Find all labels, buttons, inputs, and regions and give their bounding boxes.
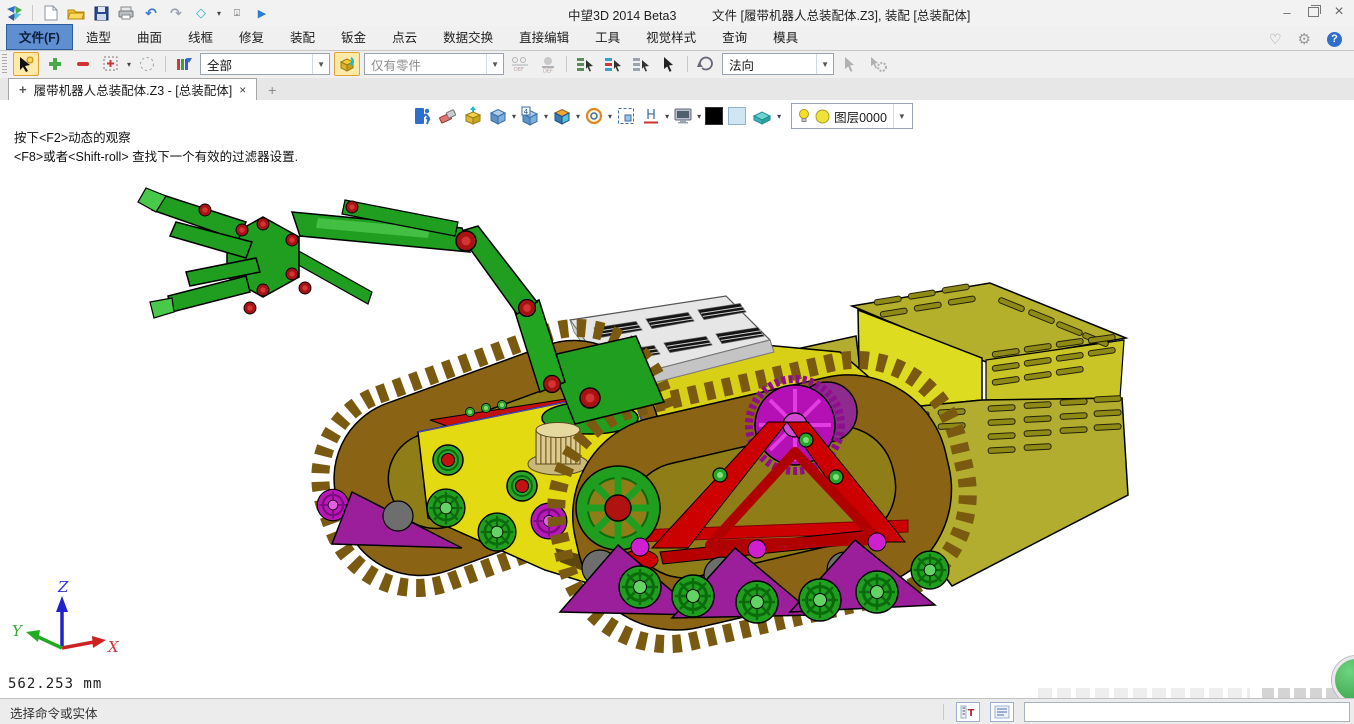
- open-file-icon[interactable]: [67, 4, 85, 22]
- divider: [687, 56, 688, 72]
- document-info-title: 文件 [履带机器人总装配体.Z3], 装配 [总装配体]: [712, 5, 970, 24]
- axle-cap: [507, 471, 537, 501]
- tab-assembly[interactable]: 装配: [277, 24, 328, 50]
- triad-x-label: X: [107, 638, 120, 656]
- close-button[interactable]: ×: [1326, 3, 1352, 21]
- remove-red-icon[interactable]: [71, 53, 95, 75]
- pick-scope-caret-icon[interactable]: ▼: [486, 54, 503, 74]
- divider: [165, 56, 166, 72]
- restore-button[interactable]: [1300, 3, 1326, 21]
- select-arrow-icon[interactable]: [13, 52, 39, 76]
- quick-access-toolbar: ↶ ↷ ◇ ▾ ⍗ ▶: [0, 4, 271, 22]
- pick-list-icon[interactable]: [573, 53, 597, 75]
- divider: [566, 56, 567, 72]
- sprocket-wheel: [576, 466, 660, 550]
- tab-pointcloud[interactable]: 点云: [379, 24, 430, 50]
- start-play-icon[interactable]: ▶: [253, 4, 271, 22]
- triad-y-label: Y: [12, 622, 24, 640]
- pick-scope-combobox[interactable]: 仅有零件 ▼: [364, 53, 504, 75]
- cursor-icon[interactable]: [657, 53, 681, 75]
- pick-chain-icon[interactable]: [629, 53, 653, 75]
- zw3d-window: ↶ ↷ ◇ ▾ ⍗ ▶ 中望3D 2014 Beta3 文件 [履带机器人总装配…: [0, 0, 1354, 724]
- coordinate-readout: 562.253 mm: [8, 676, 102, 692]
- tab-sheetmetal[interactable]: 钣金: [328, 24, 379, 50]
- lasso-pick-icon[interactable]: [135, 53, 159, 75]
- toolbar-options-icon[interactable]: ⍗: [228, 4, 246, 22]
- axle-cap: [433, 445, 463, 475]
- document-tab-bar: + 履带机器人总装配体.Z3 - [总装配体] × +: [0, 78, 1354, 101]
- minimize-button[interactable]: –: [1274, 3, 1300, 21]
- new-tab-plus-icon[interactable]: +: [268, 82, 276, 98]
- pick-from-list-icon[interactable]: [601, 53, 625, 75]
- orientation-caret-icon[interactable]: ▼: [816, 54, 833, 74]
- filter-all-caret-icon[interactable]: ▼: [312, 54, 329, 74]
- app-title: 中望3D 2014 Beta3: [568, 5, 676, 24]
- filter-list-icon[interactable]: T: [956, 702, 980, 722]
- divider: [943, 704, 944, 720]
- print-icon[interactable]: [117, 4, 135, 22]
- gripper: [138, 188, 372, 318]
- title-bar: ↶ ↷ ◇ ▾ ⍗ ▶ 中望3D 2014 Beta3 文件 [履带机器人总装配…: [0, 0, 1354, 26]
- pick-last-icon: DEF: [508, 53, 532, 75]
- filter-all-combobox[interactable]: 全部 ▼: [200, 53, 330, 75]
- coordinate-triad: Z X Y: [12, 578, 120, 656]
- document-tab-label: 履带机器人总装配体.Z3 - [总装配体]: [34, 80, 233, 99]
- tab-surface[interactable]: 曲面: [124, 24, 175, 50]
- pick-def-icon: DEF: [536, 53, 560, 75]
- tab-data-exchange[interactable]: 数据交换: [430, 24, 506, 50]
- undo-icon[interactable]: ↶: [142, 4, 160, 22]
- save-icon[interactable]: [92, 4, 110, 22]
- window-controls: – ×: [1274, 3, 1352, 21]
- favorite-heart-icon[interactable]: ♡: [1269, 31, 1282, 48]
- help-icon[interactable]: ?: [1327, 32, 1342, 47]
- app-logo-icon[interactable]: [5, 4, 23, 22]
- filter-all-value: 全部: [207, 55, 232, 74]
- tab-tools[interactable]: 工具: [582, 24, 633, 50]
- marquee-pick-caret-icon[interactable]: ▾: [127, 60, 131, 69]
- tab-close-icon[interactable]: ×: [239, 83, 246, 97]
- view-target-caret-icon[interactable]: ▾: [217, 9, 221, 18]
- filter-toolbar: ▾ 全部 ▼ 仅有零件 ▼ DEF DEF: [0, 50, 1354, 78]
- iso-view-pick-icon[interactable]: [334, 52, 360, 76]
- output-doc-icon[interactable]: [990, 702, 1014, 722]
- tab-direct-edit[interactable]: 直接编辑: [506, 24, 582, 50]
- add-green-icon[interactable]: [43, 53, 67, 75]
- tab-visual-style[interactable]: 视觉样式: [633, 24, 709, 50]
- tab-inquire[interactable]: 查询: [709, 24, 760, 50]
- status-message: 选择命令或实体: [0, 703, 98, 722]
- watermark: [1038, 688, 1250, 698]
- svg-text:T: T: [968, 708, 975, 719]
- reorient-icon[interactable]: [694, 53, 718, 75]
- tab-mold[interactable]: 模具: [760, 24, 811, 50]
- triad-z-label: Z: [57, 578, 69, 596]
- cursor-gear-icon: [866, 53, 890, 75]
- status-bar: 选择命令或实体 T: [0, 698, 1354, 724]
- divider: [32, 5, 33, 21]
- tab-add-icon[interactable]: +: [19, 82, 27, 97]
- pick-scope-value: 仅有零件: [371, 55, 421, 74]
- svg-text:DEF: DEF: [514, 67, 524, 73]
- new-file-icon[interactable]: [42, 4, 60, 22]
- color-filter-icon[interactable]: [172, 53, 196, 75]
- redo-icon[interactable]: ↷: [167, 4, 185, 22]
- tab-wireframe[interactable]: 线框: [175, 24, 226, 50]
- cursor-plain-icon: [838, 53, 862, 75]
- tab-shape[interactable]: 造型: [73, 24, 124, 50]
- settings-gear-icon[interactable]: ⚙: [1298, 30, 1311, 48]
- ribbon-tab-bar: 文件(F) 造型 曲面 线框 修复 装配 钣金 点云 数据交换 直接编辑 工具 …: [0, 26, 1354, 51]
- status-input[interactable]: [1024, 702, 1350, 722]
- new-document-tab[interactable]: +: [257, 80, 287, 100]
- svg-text:DEF: DEF: [543, 69, 553, 74]
- model-tracked-robot[interactable]: Z X Y: [0, 100, 1354, 698]
- tab-file[interactable]: 文件(F): [6, 24, 73, 50]
- marquee-pick-icon[interactable]: [99, 53, 123, 75]
- document-tab-active[interactable]: + 履带机器人总装配体.Z3 - [总装配体] ×: [8, 78, 257, 100]
- toolbar-grip[interactable]: [2, 54, 7, 74]
- view-target-icon[interactable]: ◇: [192, 4, 210, 22]
- tab-repair[interactable]: 修复: [226, 24, 277, 50]
- orientation-value: 法向: [729, 55, 754, 74]
- orientation-combobox[interactable]: 法向 ▼: [722, 53, 834, 75]
